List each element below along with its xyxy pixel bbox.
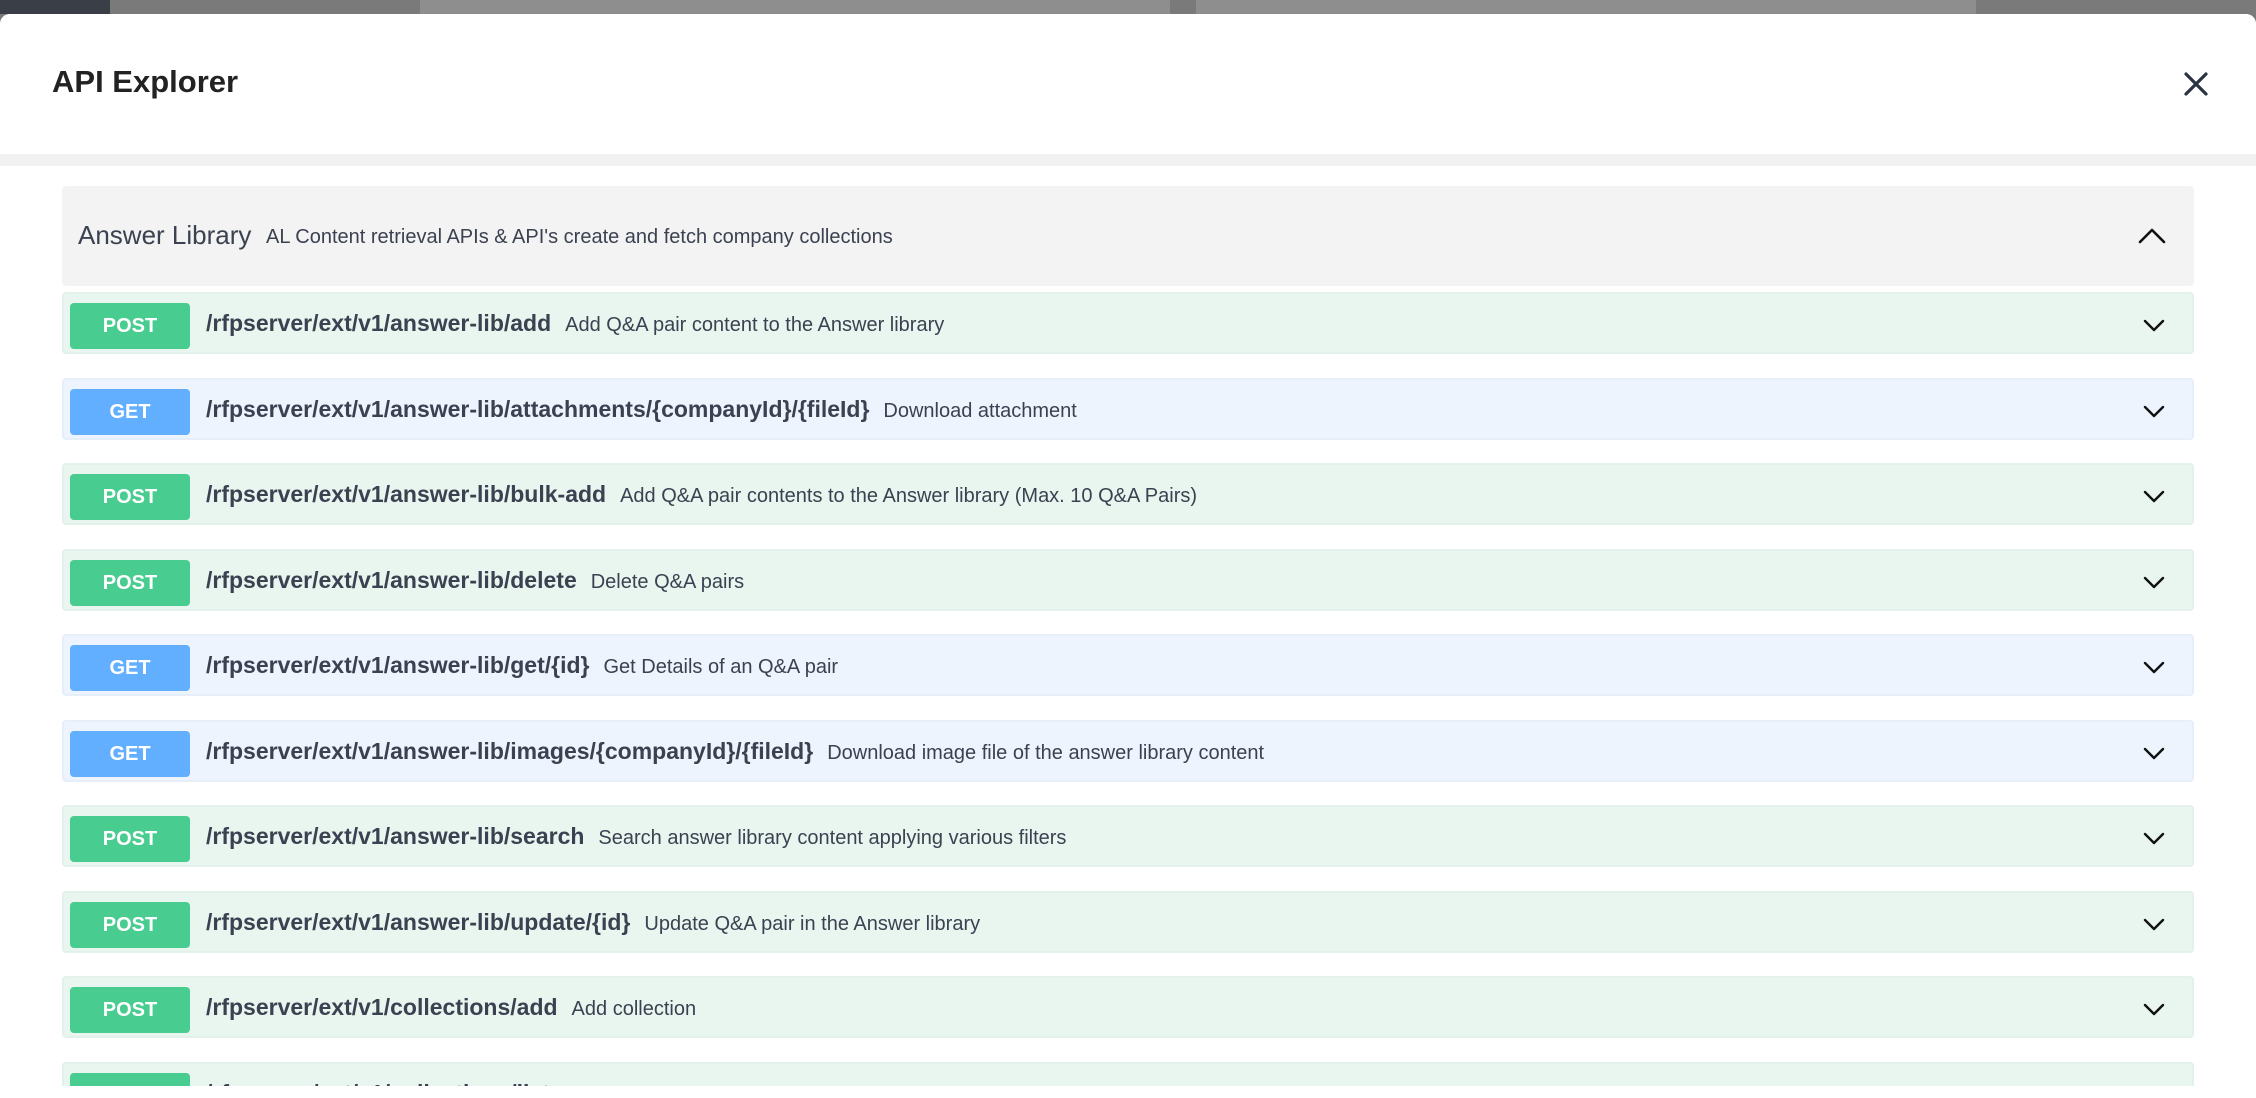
endpoint-row[interactable]: POST/rfpserver/ext/v1/answer-lib/search S… [62,805,2194,867]
endpoint-summary: Delete Q&A pairs [590,571,745,593]
endpoint-path: /rfpserver/ext/v1/answer-lib/bulk-add [206,481,607,507]
endpoint-row[interactable]: POST/rfpserver/ext/v1/answer-lib/update/… [62,891,2194,953]
endpoint-text: /rfpserver/ext/v1/answer-lib/add Add Q&A … [206,310,944,337]
chevron-down-icon[interactable] [2140,311,2168,339]
endpoint-text: /rfpserver/ext/v1/collections/list Get Al… [206,1080,1139,1086]
close-button[interactable] [2178,66,2214,102]
endpoint-text: /rfpserver/ext/v1/collections/add Add col… [206,994,696,1021]
endpoint-text: /rfpserver/ext/v1/answer-lib/images/{com… [206,738,1264,765]
http-method-badge: GET [70,731,190,777]
section-collapse-button[interactable] [2134,218,2170,254]
endpoint-row[interactable]: POST/rfpserver/ext/v1/answer-lib/add Add … [62,292,2194,354]
section-answer-library: Answer Library AL Content retrieval APIs… [62,186,2194,1086]
chevron-down-icon[interactable] [2140,1081,2168,1086]
endpoint-summary: Download attachment [883,400,1077,422]
background-app-sidebar [0,0,110,14]
http-method-badge: POST [70,560,190,606]
close-icon [2184,72,2208,96]
chevron-down-icon[interactable] [2140,995,2168,1023]
http-method-badge: POST [70,474,190,520]
endpoint-path: /rfpserver/ext/v1/answer-lib/delete [206,567,577,593]
chevron-down-icon[interactable] [2140,910,2168,938]
api-explorer-content: Answer Library AL Content retrieval APIs… [0,166,2256,1086]
endpoint-path: /rfpserver/ext/v1/answer-lib/update/{id} [206,909,631,935]
http-method-badge: POST [70,902,190,948]
endpoint-path: /rfpserver/ext/v1/collections/add [206,994,558,1020]
api-explorer-modal: API Explorer Answer Library AL Content r… [0,14,2256,1098]
http-method-badge: GET [70,389,190,435]
endpoint-text: /rfpserver/ext/v1/answer-lib/bulk-add Add… [206,481,1197,508]
endpoint-summary: Get All collections & Search collections… [564,1084,1139,1086]
endpoint-text: /rfpserver/ext/v1/answer-lib/get/{id} Get… [206,652,838,679]
endpoint-summary: Add Q&A pair content to the Answer libra… [565,314,945,336]
section-description: AL Content retrieval APIs & API's create… [266,226,893,248]
endpoint-path: /rfpserver/ext/v1/answer-lib/search [206,823,585,849]
endpoint-summary: Get Details of an Q&A pair [603,656,839,678]
endpoint-row[interactable]: POST/rfpserver/ext/v1/collections/list Ge… [62,1062,2194,1086]
chevron-down-icon[interactable] [2140,653,2168,681]
chevron-down-icon[interactable] [2140,568,2168,596]
background-panel [1196,0,1976,14]
http-method-badge: POST [70,1073,190,1086]
endpoint-path: /rfpserver/ext/v1/collections/list [206,1080,550,1086]
endpoint-row[interactable]: POST/rfpserver/ext/v1/collections/add Add… [62,976,2194,1038]
http-method-badge: POST [70,987,190,1033]
chevron-down-icon[interactable] [2140,824,2168,852]
endpoint-row[interactable]: GET/rfpserver/ext/v1/answer-lib/attachme… [62,378,2194,440]
chevron-down-icon[interactable] [2140,482,2168,510]
section-name: Answer Library [78,220,252,250]
endpoint-path: /rfpserver/ext/v1/answer-lib/images/{com… [206,738,814,764]
http-method-badge: POST [70,303,190,349]
endpoint-summary: Update Q&A pair in the Answer library [644,913,981,935]
chevron-down-icon[interactable] [2140,739,2168,767]
http-method-badge: GET [70,645,190,691]
chevron-up-icon [2138,228,2166,244]
endpoint-row[interactable]: GET/rfpserver/ext/v1/answer-lib/get/{id}… [62,634,2194,696]
endpoint-path: /rfpserver/ext/v1/answer-lib/attachments… [206,396,870,422]
section-header[interactable]: Answer Library AL Content retrieval APIs… [62,186,2194,286]
endpoint-text: /rfpserver/ext/v1/answer-lib/attachments… [206,396,1077,423]
chevron-down-icon[interactable] [2140,397,2168,425]
modal-title: API Explorer [52,64,239,99]
endpoint-summary: Download image file of the answer librar… [827,742,1265,764]
endpoint-path: /rfpserver/ext/v1/answer-lib/add [206,310,552,336]
endpoint-summary: Add collection [571,998,697,1020]
endpoint-row[interactable]: POST/rfpserver/ext/v1/answer-lib/delete D… [62,549,2194,611]
endpoint-row[interactable]: GET/rfpserver/ext/v1/answer-lib/images/{… [62,720,2194,782]
endpoint-summary: Search answer library content applying v… [598,827,1067,849]
modal-header: API Explorer [0,14,2256,154]
http-method-badge: POST [70,816,190,862]
header-divider [0,154,2256,166]
endpoint-path: /rfpserver/ext/v1/answer-lib/get/{id} [206,652,590,678]
background-panel [420,0,1170,14]
endpoint-text: /rfpserver/ext/v1/answer-lib/delete Delet… [206,567,744,594]
endpoint-text: /rfpserver/ext/v1/answer-lib/update/{id}… [206,909,980,936]
endpoint-summary: Add Q&A pair contents to the Answer libr… [620,485,1198,507]
endpoint-row[interactable]: POST/rfpserver/ext/v1/answer-lib/bulk-ad… [62,463,2194,525]
endpoint-text: /rfpserver/ext/v1/answer-lib/search Searc… [206,823,1066,850]
